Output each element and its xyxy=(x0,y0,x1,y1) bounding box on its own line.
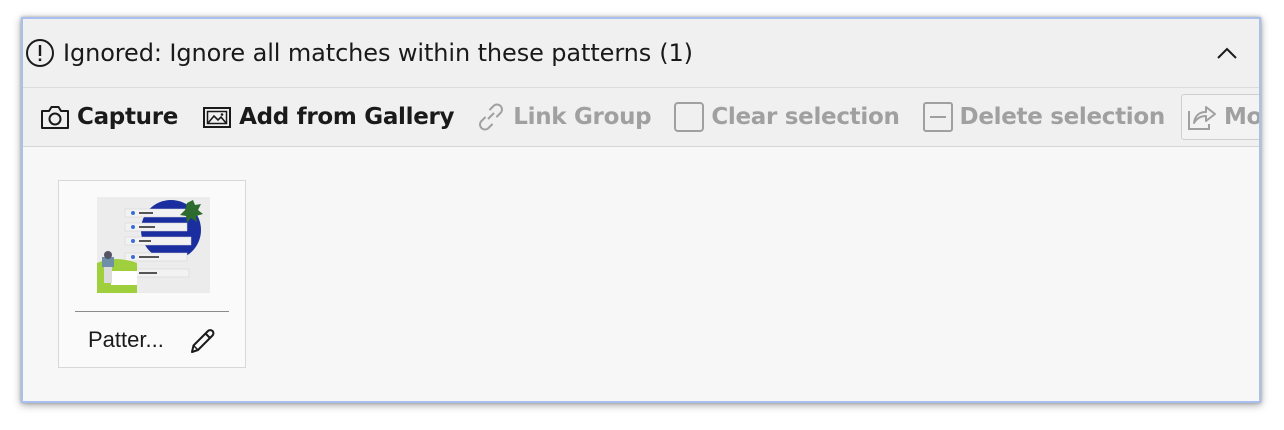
section-count: (1) xyxy=(659,39,693,67)
checkbox-icon xyxy=(673,101,705,133)
add-from-gallery-button[interactable]: Add from Gallery xyxy=(197,95,458,139)
screenshot-stage: Ignored: Ignore all matches within these… xyxy=(0,0,1284,430)
clear-selection-label: Clear selection xyxy=(711,104,900,130)
section-title-text: Ignored: Ignore all matches within these… xyxy=(63,39,652,67)
share-icon xyxy=(1186,101,1218,133)
clear-selection-button[interactable]: Clear selection xyxy=(669,95,903,139)
gallery-label: Add from Gallery xyxy=(239,104,455,130)
pattern-card[interactable]: Patter... xyxy=(58,180,246,368)
link-group-label: Link Group xyxy=(513,104,652,130)
pencil-icon[interactable] xyxy=(185,325,219,359)
ignored-patterns-panel: Ignored: Ignore all matches within these… xyxy=(21,17,1261,403)
pattern-thumbnail xyxy=(97,197,210,293)
delete-selection-label: Delete selection xyxy=(959,104,1166,130)
capture-label: Capture xyxy=(77,104,179,130)
image-icon xyxy=(201,101,233,133)
delete-selection-button[interactable]: Delete selection xyxy=(918,95,1169,139)
exclamation-circle-icon xyxy=(25,38,55,68)
chevron-up-icon[interactable] xyxy=(1215,41,1239,65)
card-divider xyxy=(75,311,229,312)
camera-icon xyxy=(39,101,71,133)
capture-button[interactable]: Capture xyxy=(35,95,182,139)
pattern-list-area: Patter... xyxy=(23,147,1259,401)
link-group-button[interactable]: Link Group xyxy=(471,95,655,139)
move-dropdown-button[interactable]: Move xyxy=(1180,94,1261,140)
pattern-toolbar: Capture Add from Gallery Link Group Clea… xyxy=(23,88,1259,147)
minus-square-icon xyxy=(922,101,954,133)
pattern-name: Patter... xyxy=(88,327,164,352)
section-header[interactable]: Ignored: Ignore all matches within these… xyxy=(23,19,1259,88)
section-title: Ignored: Ignore all matches within these… xyxy=(63,39,693,67)
move-label: Move xyxy=(1223,104,1261,130)
link-icon xyxy=(475,101,507,133)
